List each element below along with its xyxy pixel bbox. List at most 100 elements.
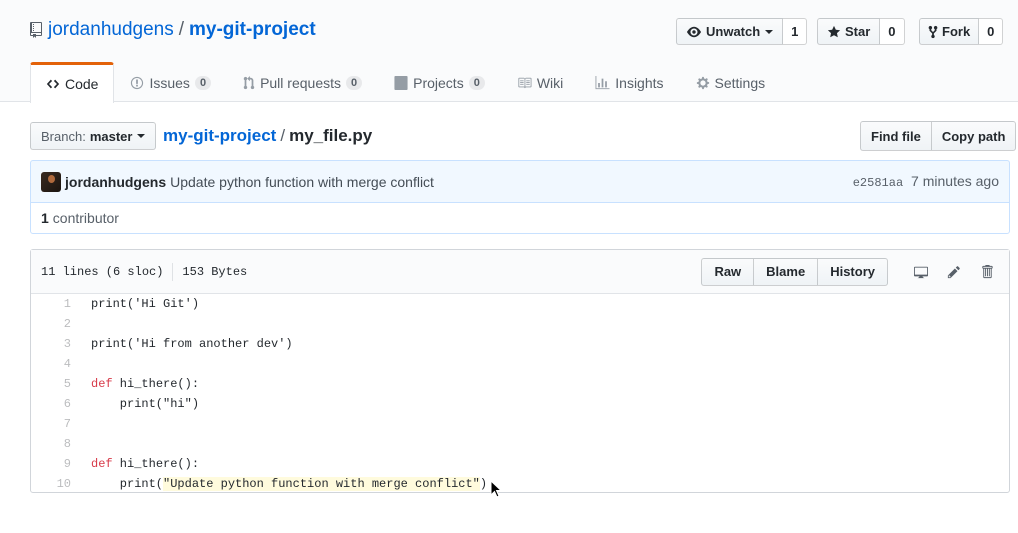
- issue-icon: [131, 76, 144, 89]
- pull-request-icon: [243, 75, 255, 89]
- fork-count[interactable]: 0: [979, 18, 1004, 45]
- commit-time: 7 minutes ago: [911, 173, 999, 189]
- trash-icon[interactable]: [975, 260, 999, 284]
- file-actions: Raw Blame History: [701, 257, 999, 286]
- line-text: ): [479, 477, 488, 491]
- pencil-icon[interactable]: [942, 260, 966, 284]
- find-file-button[interactable]: Find file: [860, 121, 932, 151]
- code-icon: [46, 79, 60, 89]
- eye-icon: [687, 26, 701, 37]
- title-separator: /: [178, 19, 184, 40]
- commit-meta: e2581aa 7 minutes ago: [853, 173, 999, 190]
- line-number[interactable]: 10: [31, 477, 71, 491]
- file-nav-buttons: Find file Copy path: [860, 121, 1017, 151]
- code-line: 10 print("Update python function with me…: [31, 474, 1009, 494]
- repo-owner-link[interactable]: jordanhudgens: [48, 19, 174, 41]
- line-number[interactable]: 3: [31, 337, 71, 351]
- star-label: Star: [845, 24, 871, 39]
- tab-wiki-label: Wiki: [536, 74, 564, 91]
- code-line: 2: [31, 314, 1009, 334]
- code-view: 1 print('Hi Git') 2 3 print('Hi from anoth…: [31, 294, 1009, 494]
- tab-issues[interactable]: Issues 0: [114, 62, 227, 102]
- branch-name: master: [89, 128, 133, 144]
- commit-tease: jordanhudgens Update python function wit…: [30, 160, 1010, 203]
- repo-name-link[interactable]: my-git-project: [189, 19, 316, 41]
- tab-code[interactable]: Code: [30, 62, 115, 103]
- graph-icon: [595, 75, 610, 89]
- breadcrumb-repo-link[interactable]: my-git-project: [163, 126, 276, 145]
- line-number[interactable]: 9: [31, 457, 71, 471]
- tab-pull-requests[interactable]: Pull requests 0: [227, 62, 378, 102]
- tab-projects[interactable]: Projects 0: [378, 62, 501, 102]
- fork-label: Fork: [942, 24, 971, 39]
- line-number[interactable]: 4: [31, 357, 71, 371]
- fork-button[interactable]: Fork: [919, 18, 980, 45]
- code-line: 9 def hi_there():: [31, 454, 1009, 474]
- tab-projects-label: Projects: [413, 74, 464, 91]
- blame-button[interactable]: Blame: [754, 257, 819, 286]
- repo-header: jordanhudgens / my-git-project Unwatch 1…: [0, 0, 1018, 103]
- star-button[interactable]: Star: [817, 18, 881, 45]
- file-line-count: 11 lines (6 sloc): [41, 264, 164, 279]
- branch-label: Branch:: [41, 128, 86, 144]
- gear-icon: [696, 76, 709, 89]
- star-count[interactable]: 0: [880, 18, 905, 45]
- repo-icon: [30, 22, 42, 38]
- history-button[interactable]: History: [818, 257, 888, 286]
- book-icon: [518, 77, 532, 88]
- repo-title: jordanhudgens / my-git-project: [30, 19, 316, 41]
- line-text: hi_there():: [112, 377, 200, 391]
- line-number[interactable]: 2: [31, 317, 71, 331]
- raw-button[interactable]: Raw: [701, 257, 755, 286]
- line-number[interactable]: 5: [31, 377, 71, 391]
- desktop-icon[interactable]: [909, 260, 933, 284]
- keyword-token: def: [91, 457, 113, 471]
- line-text: hi_there():: [112, 457, 200, 471]
- tab-insights[interactable]: Insights: [579, 62, 679, 102]
- line-number[interactable]: 8: [31, 437, 71, 451]
- line-source: print("Update python function with merge…: [71, 477, 487, 491]
- line-number[interactable]: 6: [31, 397, 71, 411]
- unwatch-button[interactable]: Unwatch: [676, 18, 784, 45]
- mouse-cursor-icon: [490, 480, 502, 498]
- line-source: def hi_there():: [71, 457, 199, 471]
- fork-icon: [928, 25, 938, 38]
- fork-group: Fork 0: [919, 18, 1004, 45]
- tab-wiki[interactable]: Wiki: [501, 62, 579, 102]
- code-line: 5 def hi_there():: [31, 374, 1009, 394]
- keyword-token: def: [91, 377, 113, 391]
- commit-message-link[interactable]: Update python function with merge confli…: [170, 174, 434, 190]
- star-icon: [827, 25, 841, 37]
- file-size: 153 Bytes: [182, 264, 248, 279]
- file-button-group: Raw Blame History: [701, 257, 888, 286]
- unwatch-label: Unwatch: [706, 24, 761, 39]
- chevron-down-icon: [137, 134, 146, 138]
- commit-author-link[interactable]: jordanhudgens: [65, 174, 166, 190]
- breadcrumb: my-git-project / my_file.py: [163, 126, 372, 146]
- tab-settings-label: Settings: [714, 74, 766, 91]
- tab-settings[interactable]: Settings: [680, 62, 782, 102]
- avatar[interactable]: [41, 171, 61, 192]
- code-line: 6 print("hi"): [31, 394, 1009, 414]
- commit-sha-link[interactable]: e2581aa: [853, 176, 903, 190]
- watch-count[interactable]: 1: [783, 18, 808, 45]
- file-header: 11 lines (6 sloc) 153 Bytes Raw Blame Hi…: [31, 250, 1009, 294]
- contributor-label: contributor: [52, 210, 119, 226]
- highlighted-string: "Update python function with merge confl…: [163, 477, 480, 491]
- chevron-down-icon: [765, 29, 774, 34]
- projects-counter: 0: [468, 75, 485, 90]
- issues-counter: 0: [194, 75, 212, 90]
- tab-issues-label: Issues: [149, 74, 190, 91]
- code-line: 1 print('Hi Git'): [31, 294, 1009, 314]
- project-icon: [394, 75, 408, 90]
- copy-path-button[interactable]: Copy path: [931, 121, 1017, 151]
- line-source: def hi_there():: [71, 377, 199, 391]
- line-number[interactable]: 1: [31, 297, 71, 311]
- line-source: print('Hi from another dev'): [91, 337, 293, 351]
- repo-nav: Code Issues 0 Pull requests 0 Projects 0…: [30, 62, 782, 103]
- tab-insights-label: Insights: [615, 74, 664, 91]
- branch-select-button[interactable]: Branch: master: [30, 122, 157, 150]
- line-number[interactable]: 7: [31, 417, 71, 431]
- watch-group: Unwatch 1: [676, 18, 808, 45]
- file-box: 11 lines (6 sloc) 153 Bytes Raw Blame Hi…: [30, 249, 1010, 493]
